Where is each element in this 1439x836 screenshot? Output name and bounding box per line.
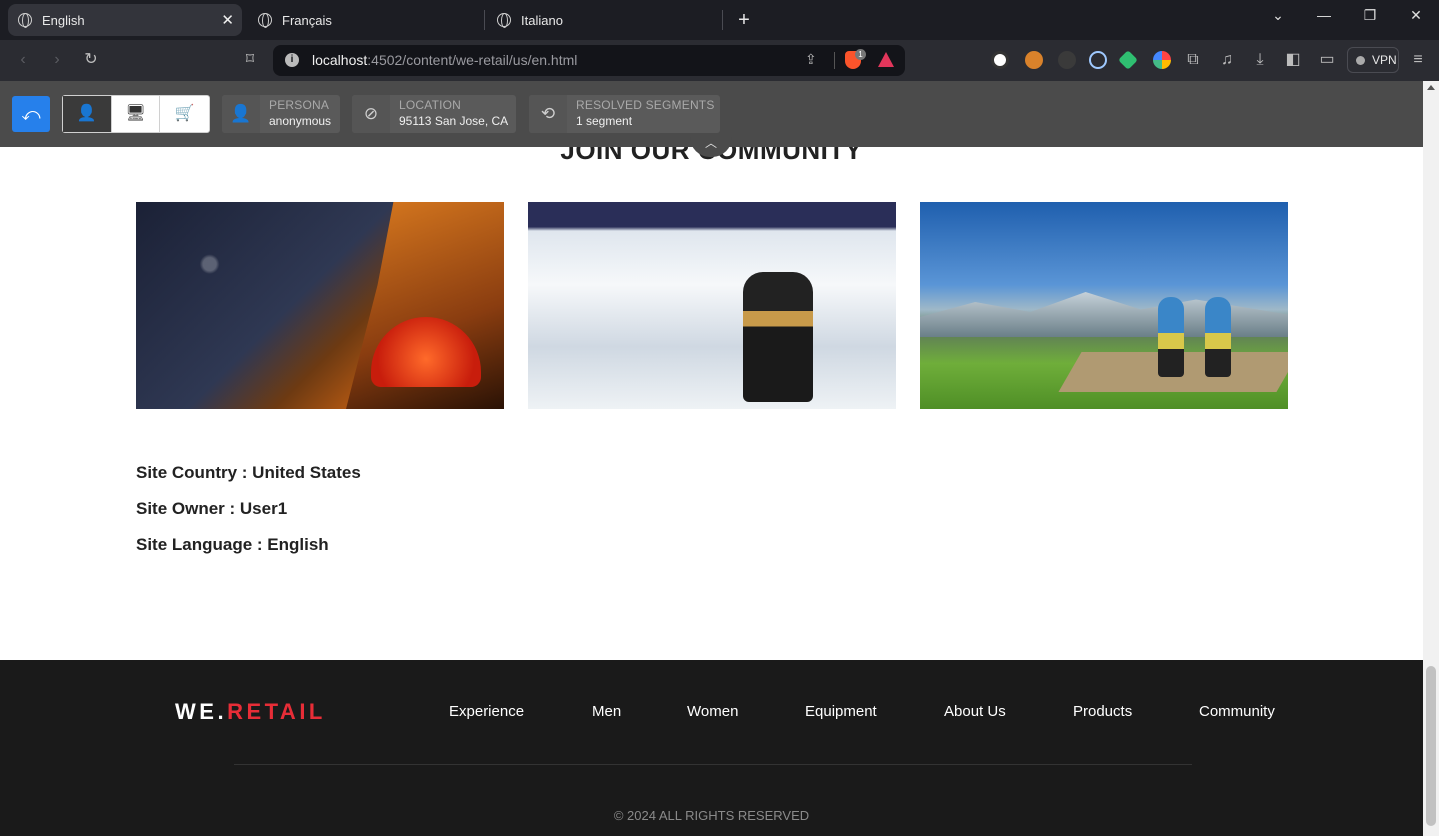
share-icon[interactable]: ⇪ [805, 51, 823, 69]
brave-rewards-icon[interactable] [878, 52, 894, 67]
tab-separator [722, 10, 723, 30]
globe-icon [18, 13, 32, 28]
community-photo-mountain-biking[interactable] [920, 202, 1288, 409]
extensions-puzzle-icon[interactable]: ⧉ [1181, 48, 1205, 72]
community-photo-camping[interactable] [136, 202, 504, 409]
site-owner: Site Owner : User1 [136, 499, 288, 518]
restore-button[interactable]: ❐ [1347, 0, 1393, 30]
footer-link-men[interactable]: Men [592, 703, 621, 720]
site-language: Site Language : English [136, 535, 329, 554]
extension-react-icon[interactable] [1089, 51, 1107, 69]
url-host: localhost [312, 52, 368, 68]
community-photo-ice-climbing[interactable] [528, 202, 896, 409]
new-tab-button[interactable]: + [733, 6, 755, 34]
footer-link-equipment[interactable]: Equipment [805, 703, 877, 720]
persona-icon: 👤 [222, 95, 260, 133]
location-off-icon: ⊘ [352, 95, 390, 133]
site-country: Site Country : United States [136, 463, 361, 482]
mountains-shape [920, 292, 1288, 337]
url-text[interactable]: localhost:4502/content/we-retail/us/en.h… [312, 52, 577, 68]
extension-metamask-icon[interactable] [1025, 51, 1043, 69]
persona-value: anonymous [269, 114, 332, 128]
extension-circle-icon[interactable] [991, 51, 1009, 69]
menu-icon[interactable]: ≡ [1406, 48, 1430, 72]
segments-module[interactable]: ⟲ RESOLVED SEGMENTS 1 segment [529, 95, 720, 133]
site-info-icon[interactable]: i [285, 53, 299, 67]
shields-count-badge: 1 [855, 49, 866, 60]
location-value: 95113 San Jose, CA [399, 114, 509, 128]
footer-link-about-us[interactable]: About Us [944, 703, 1006, 720]
forward-button[interactable]: › [45, 48, 69, 72]
footer-link-women[interactable]: Women [687, 703, 738, 720]
close-icon[interactable]: ✕ [221, 11, 234, 29]
user-device-icon[interactable]: 👤 [63, 96, 112, 132]
contexthub-toolbar: ⤺ 👤 🖥 🛒 👤 PERSONA anonymous ⊘ LOCATION 9… [0, 81, 1423, 157]
climber-shape [743, 272, 813, 402]
bookmark-icon[interactable]: ⌑ [238, 48, 262, 72]
footer-link-experience[interactable]: Experience [449, 703, 524, 720]
reload-button[interactable]: ↻ [79, 48, 103, 72]
persona-title: PERSONA [269, 98, 330, 112]
globe-icon [497, 13, 511, 28]
downloads-icon[interactable]: ⤓ [1248, 48, 1272, 72]
biker-shape [1158, 297, 1184, 377]
persona-module[interactable]: 👤 PERSONA anonymous [222, 95, 340, 133]
scroll-thumb[interactable] [1426, 666, 1436, 826]
tab-label: Italiano [521, 12, 563, 28]
extension-dots-icon[interactable] [1153, 51, 1171, 69]
media-music-icon[interactable]: ♫ [1215, 48, 1239, 72]
wallet-icon[interactable]: ▭ [1315, 48, 1339, 72]
biker-shape [1205, 297, 1231, 377]
footer-link-community[interactable]: Community [1199, 703, 1275, 720]
url-path: :4502/content/we-retail/us/en.html [367, 52, 578, 68]
vpn-button[interactable]: VPN [1347, 47, 1399, 73]
address-bar[interactable]: i localhost:4502/content/we-retail/us/en… [273, 45, 905, 76]
tab-english[interactable]: English ✕ [8, 4, 242, 36]
window-close-button[interactable]: ✕ [1393, 0, 1439, 30]
extension-dark-icon[interactable] [1058, 51, 1076, 69]
footer-link-products[interactable]: Products [1073, 703, 1132, 720]
tab-search-chevron-icon[interactable]: ⌄ [1255, 0, 1301, 30]
device-selector: 👤 🖥 🛒 [62, 95, 210, 133]
tab-label: Français [282, 12, 332, 28]
footer-divider [234, 764, 1192, 765]
browser-tab-bar: English ✕ Français Italiano + ⌄ — ❐ ✕ [0, 0, 1439, 40]
site-footer: WE.RETAIL Experience Men Women Equipment… [0, 660, 1423, 836]
tab-francais[interactable]: Français [248, 4, 480, 36]
cart-icon[interactable]: 🛒 [160, 96, 209, 132]
location-module[interactable]: ⊘ LOCATION 95113 San Jose, CA [352, 95, 516, 133]
extension-diamond-icon[interactable] [1118, 50, 1138, 70]
contexthub-toggle-icon[interactable]: ⤺ [12, 96, 50, 132]
scroll-up-arrow-icon[interactable] [1427, 85, 1435, 90]
back-button[interactable]: ‹ [11, 48, 35, 72]
store-device-icon[interactable]: 🖥 [112, 96, 161, 132]
segments-history-icon: ⟲ [529, 95, 567, 133]
page-scrollbar[interactable] [1423, 81, 1439, 836]
web-page: JOIN OUR COMMUNITY Site Country : United… [0, 81, 1423, 836]
tab-italiano[interactable]: Italiano [487, 4, 719, 36]
segments-title: RESOLVED SEGMENTS [576, 98, 715, 112]
logo-we: WE. [175, 699, 228, 724]
copyright-text: © 2024 ALL RIGHTS RESERVED [613, 808, 810, 823]
location-title: LOCATION [399, 98, 462, 112]
segments-value: 1 segment [576, 114, 633, 128]
logo-retail: RETAIL [227, 699, 326, 724]
globe-icon [258, 13, 272, 28]
browser-toolbar: ‹ › ↻ ⌑ i localhost:4502/content/we-reta… [0, 40, 1439, 81]
we-retail-logo[interactable]: WE.RETAIL [175, 699, 326, 725]
tab-label: English [42, 12, 85, 28]
address-divider [834, 52, 835, 69]
sidebar-icon[interactable]: ◧ [1281, 48, 1305, 72]
minimize-button[interactable]: — [1301, 0, 1347, 30]
tab-separator [484, 10, 485, 30]
